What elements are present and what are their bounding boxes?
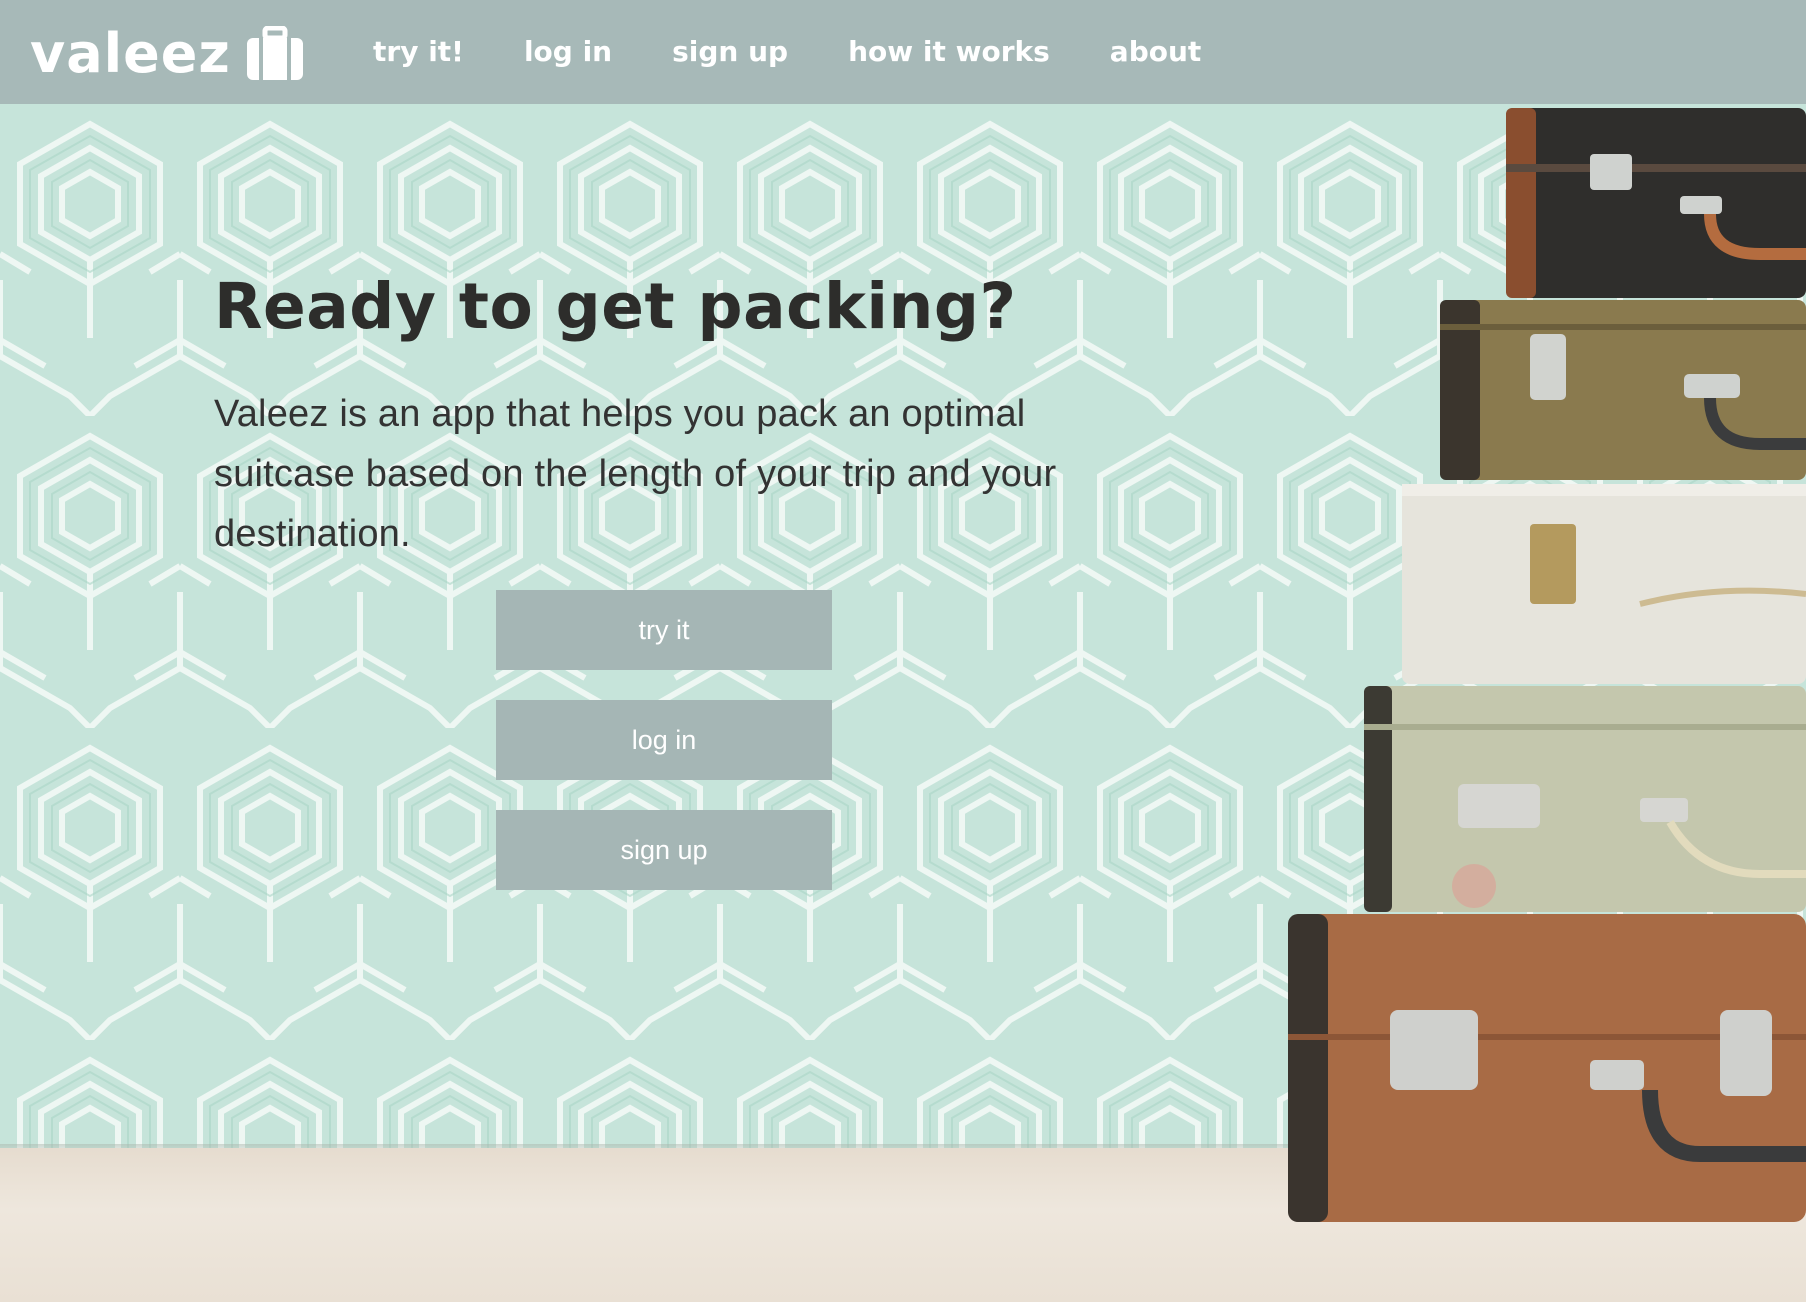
suitcase-icon bbox=[246, 26, 303, 80]
nav-link-sign-up[interactable]: sign up bbox=[672, 30, 788, 74]
hero-headline: Ready to get packing? bbox=[214, 270, 1017, 343]
navbar: valeez try it! log in sign up how it wor… bbox=[0, 0, 1806, 104]
nav-link-log-in[interactable]: log in bbox=[524, 30, 612, 74]
sign-up-button[interactable]: sign up bbox=[496, 810, 832, 890]
nav-link-about[interactable]: about bbox=[1110, 30, 1202, 74]
hero-description: Valeez is an app that helps you pack an … bbox=[214, 393, 1057, 555]
main-nav: try it! log in sign up how it works abou… bbox=[373, 30, 1261, 74]
nav-link-try-it[interactable]: try it! bbox=[373, 30, 464, 74]
log-in-button[interactable]: log in bbox=[496, 700, 832, 780]
hero-section: Ready to get packing? Valeez is an app t… bbox=[0, 104, 1806, 1302]
brand-name: valeez bbox=[30, 22, 231, 85]
brand-logo[interactable]: valeez bbox=[30, 24, 305, 84]
nav-link-how-it-works[interactable]: how it works bbox=[848, 30, 1050, 74]
try-it-button[interactable]: try it bbox=[496, 590, 832, 670]
suitcase-stack-image bbox=[1288, 108, 1806, 1222]
